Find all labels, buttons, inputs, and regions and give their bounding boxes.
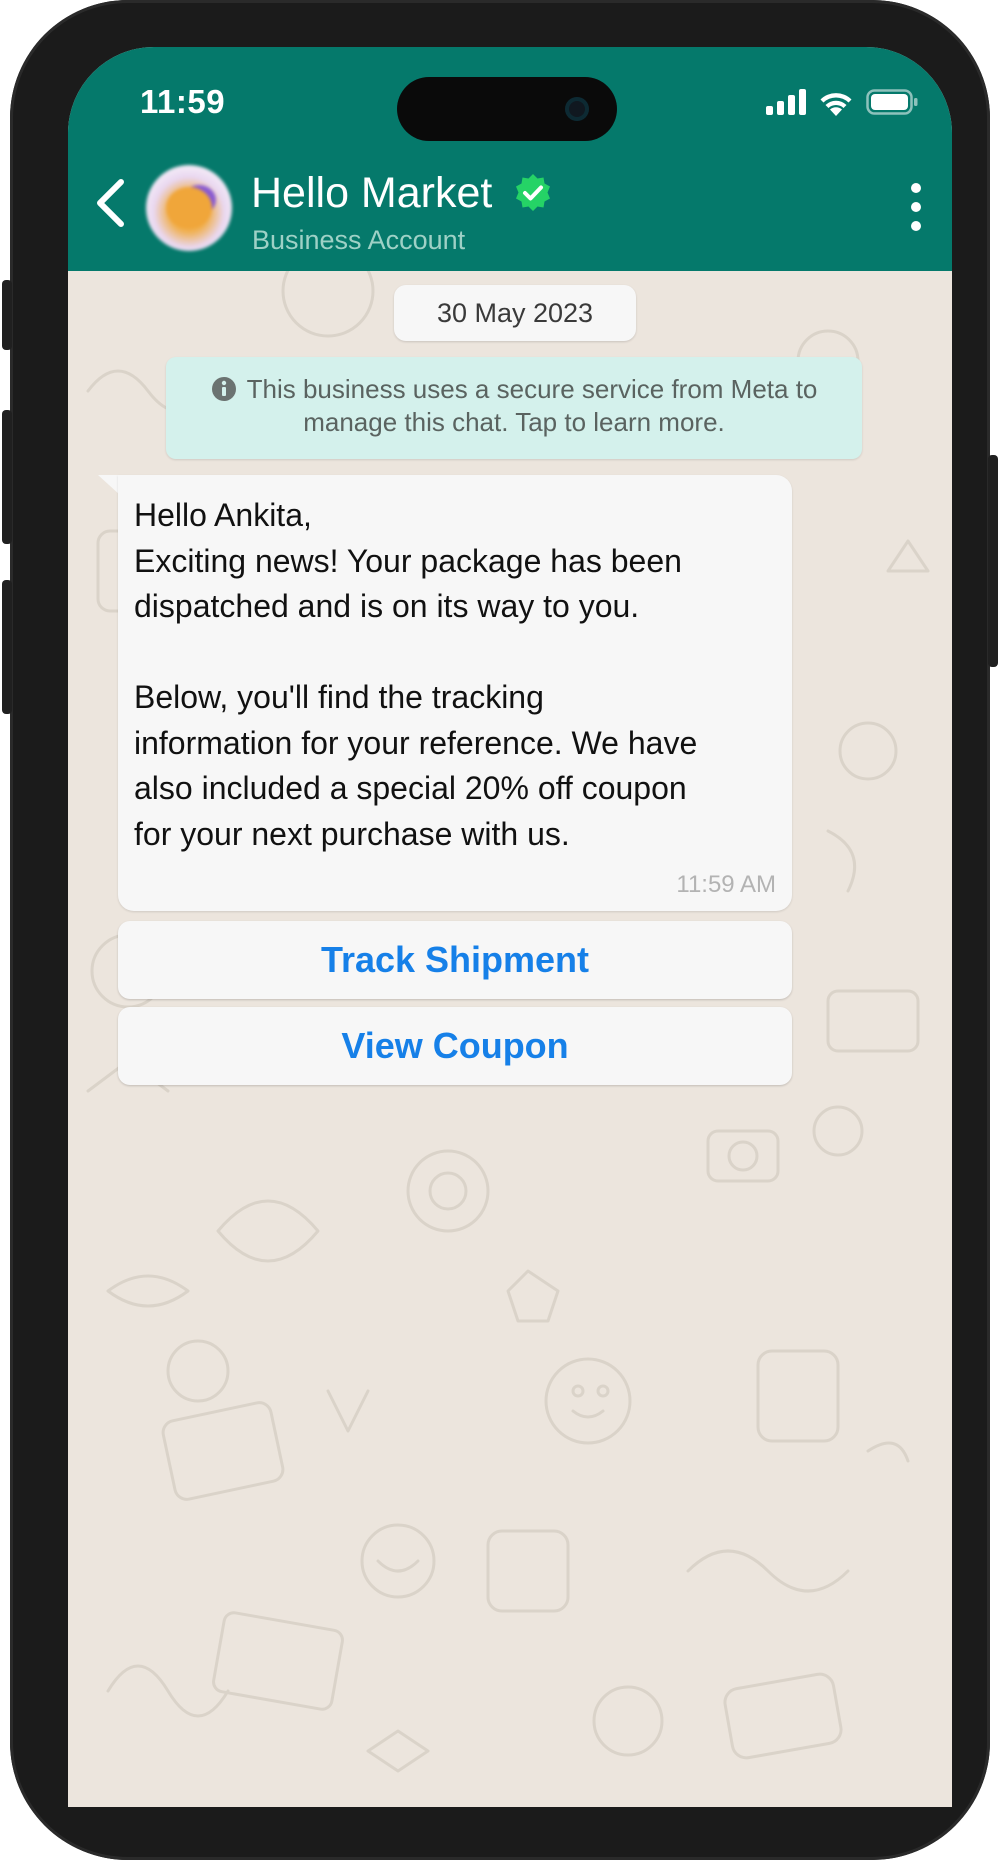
chevron-left-icon (97, 179, 124, 227)
battery-icon (866, 89, 918, 115)
dynamic-island (397, 77, 617, 141)
message-line: for your next purchase with us. (134, 815, 570, 852)
notice-text-2: manage this chat. Tap to learn more. (303, 407, 725, 437)
side-button-left-1 (2, 280, 12, 350)
message-line: also included a special 20% off coupon (134, 770, 687, 806)
avatar-image (166, 187, 212, 229)
track-shipment-button[interactable]: Track Shipment (118, 921, 792, 999)
contact-subtitle: Business Account (252, 225, 466, 255)
notice-text-1: This business uses a secure service from… (246, 374, 818, 404)
verified-badge-icon (516, 174, 550, 211)
message-line: dispatched and is on its way to you. (134, 588, 640, 624)
message-line: Exciting news! Your package has been (134, 542, 682, 579)
message-line: Hello Ankita, (134, 497, 312, 533)
back-button[interactable] (80, 173, 140, 233)
more-vertical-icon-dot (911, 202, 921, 212)
info-icon (211, 377, 236, 401)
phone-frame: 11:59 Hello Market Business Account 30 M… (2, 0, 998, 1860)
side-button-left-2 (2, 410, 12, 544)
camera-icon (565, 97, 589, 121)
side-button-left-3 (2, 580, 12, 714)
view-coupon-button[interactable]: View Coupon (118, 1007, 792, 1085)
message-line (134, 630, 776, 676)
contact-name[interactable]: Hello Market (251, 169, 492, 218)
side-button-right (988, 455, 998, 667)
encryption-notice[interactable]: This business uses a secure service from… (166, 357, 862, 459)
bubble-tail (98, 475, 120, 495)
chat-header: Hello Market Business Account (68, 147, 952, 271)
status-icons (766, 87, 918, 117)
more-vertical-icon-dot (911, 221, 921, 231)
cellular-signal-icon (766, 89, 806, 115)
status-time: 11:59 (140, 83, 226, 120)
message-bubble[interactable]: Hello Ankita, Exciting news! Your packag… (118, 475, 792, 911)
avatar[interactable] (146, 165, 232, 251)
status-bar: 11:59 (68, 47, 952, 147)
chat-area[interactable]: 30 May 2023 This business uses a secure … (68, 271, 952, 1807)
message-line: Below, you'll find the tracking (134, 679, 544, 715)
notice-line-1: This business uses a secure service from… (186, 373, 842, 406)
date-chip: 30 May 2023 (394, 285, 636, 341)
message-time: 11:59 AM (676, 871, 776, 898)
more-vertical-icon-dot (911, 183, 921, 193)
more-options-button[interactable] (898, 177, 934, 237)
message-line: information for your reference. We have (134, 724, 698, 761)
phone-screen: 11:59 Hello Market Business Account 30 M… (68, 47, 952, 1807)
wifi-icon (820, 92, 852, 116)
